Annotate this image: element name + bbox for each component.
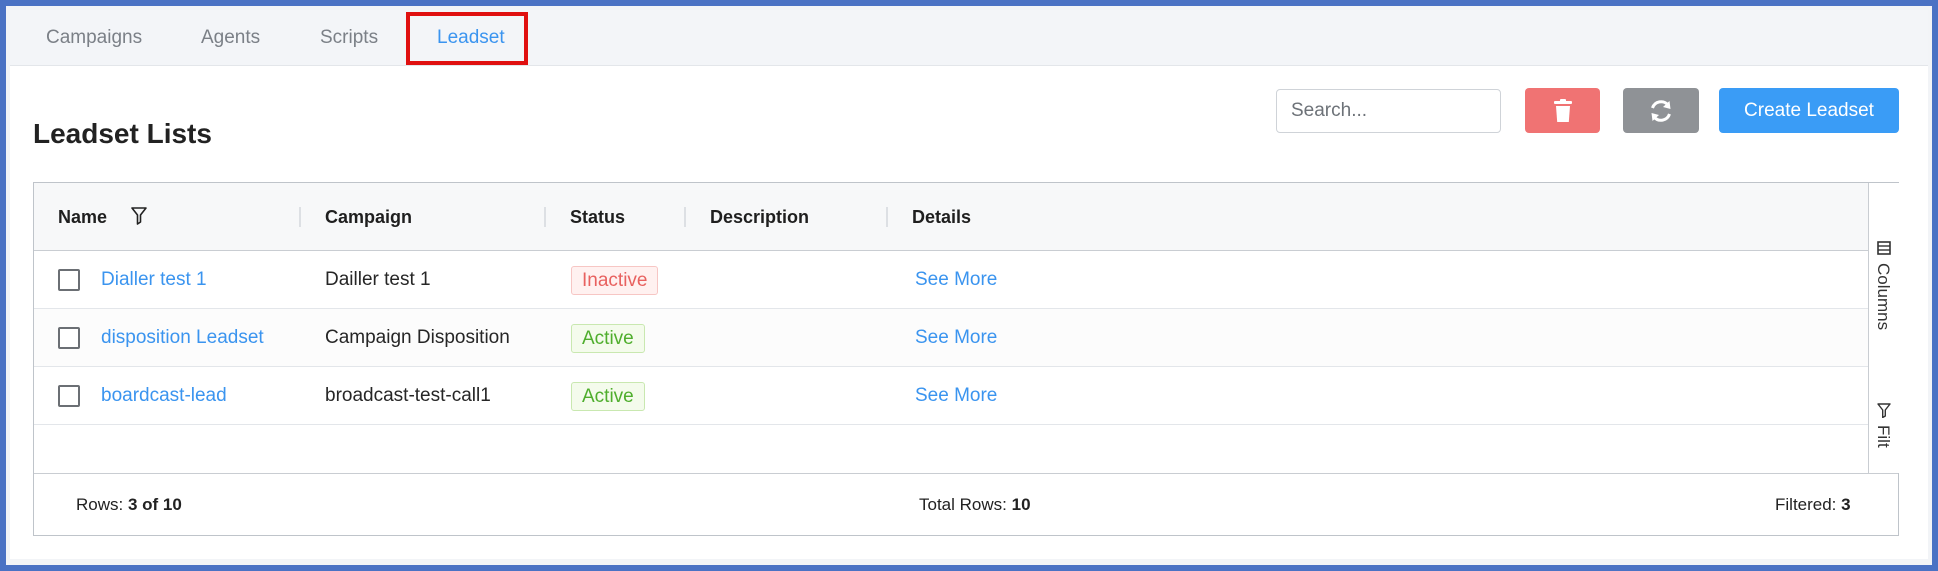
columns-label: Columns xyxy=(1874,263,1893,331)
total-rows-value: 10 xyxy=(1011,495,1031,514)
column-header-campaign[interactable]: Campaign xyxy=(325,183,412,251)
tab-campaigns[interactable]: Campaigns xyxy=(46,10,142,66)
total-rows-label: Total Rows: xyxy=(919,495,1007,514)
table-row: disposition Leadset Campaign Disposition… xyxy=(34,309,1868,367)
table-side-panel: Columns Filt xyxy=(1868,183,1899,473)
table-row: boardcast-lead broadcast-test-call1 Acti… xyxy=(34,367,1868,425)
columns-panel-toggle[interactable]: Columns xyxy=(1869,241,1900,341)
rows-value: 3 of 10 xyxy=(127,495,182,514)
filtered-label: Filtered: xyxy=(1775,495,1837,514)
app-frame: Campaigns Agents Scripts Leadset Leadset… xyxy=(6,6,1932,565)
filtered-value: 3 xyxy=(1841,495,1851,514)
row-checkbox[interactable] xyxy=(58,269,80,291)
column-separator[interactable] xyxy=(544,207,546,227)
trash-icon xyxy=(1553,98,1572,122)
leadset-table: Name Campaign Status Description Details… xyxy=(33,182,1899,536)
tab-scripts[interactable]: Scripts xyxy=(320,10,378,66)
filtered-count: Filtered: 3 xyxy=(1775,474,1851,536)
filter-icon xyxy=(1877,403,1891,418)
delete-button[interactable] xyxy=(1525,88,1600,133)
column-separator[interactable] xyxy=(684,207,686,227)
campaign-cell: Campaign Disposition xyxy=(325,327,510,348)
leadset-name-link[interactable]: boardcast-lead xyxy=(101,367,227,425)
status-badge: Active xyxy=(571,324,645,353)
page-title: Leadset Lists xyxy=(33,118,212,149)
see-more-link[interactable]: See More xyxy=(915,367,997,425)
filters-panel-toggle[interactable]: Filt xyxy=(1869,403,1900,473)
column-header-status[interactable]: Status xyxy=(570,183,625,251)
table-row: Dialler test 1 Dailler test 1 Inactive S… xyxy=(34,251,1868,309)
leadset-name-link[interactable]: Dialler test 1 xyxy=(101,251,207,309)
tab-agents[interactable]: Agents xyxy=(201,10,260,66)
total-rows: Total Rows: 10 xyxy=(919,474,1031,536)
main-panel: Campaigns Agents Scripts Leadset Leadset… xyxy=(10,10,1928,559)
filter-icon[interactable] xyxy=(131,207,147,225)
row-checkbox[interactable] xyxy=(58,385,80,407)
row-checkbox[interactable] xyxy=(58,327,80,349)
column-separator[interactable] xyxy=(299,207,301,227)
column-separator[interactable] xyxy=(886,207,888,227)
tab-bar: Campaigns Agents Scripts Leadset xyxy=(10,10,1928,66)
column-header-details[interactable]: Details xyxy=(912,183,971,251)
refresh-icon xyxy=(1651,99,1671,122)
column-header-description[interactable]: Description xyxy=(710,183,809,251)
table-footer: Rows: 3 of 10 Total Rows: 10 Filtered: 3 xyxy=(34,473,1898,535)
create-leadset-button[interactable]: Create Leadset xyxy=(1719,88,1899,133)
search-input[interactable] xyxy=(1276,89,1501,133)
see-more-link[interactable]: See More xyxy=(915,309,997,367)
filters-label: Filt xyxy=(1874,425,1893,448)
campaign-cell: Dailler test 1 xyxy=(325,269,431,290)
rows-label: Rows: xyxy=(76,495,124,514)
status-badge: Active xyxy=(571,382,645,411)
tab-highlight-box xyxy=(406,12,528,65)
refresh-button[interactable] xyxy=(1623,88,1699,133)
leadset-name-link[interactable]: disposition Leadset xyxy=(101,309,264,367)
columns-icon xyxy=(1877,241,1891,255)
campaign-cell: broadcast-test-call1 xyxy=(325,385,491,406)
table-header: Name Campaign Status Description Details xyxy=(34,183,1868,251)
column-header-name[interactable]: Name xyxy=(58,183,107,251)
rows-count: Rows: 3 of 10 xyxy=(76,474,182,536)
status-badge: Inactive xyxy=(571,266,659,295)
see-more-link[interactable]: See More xyxy=(915,251,997,309)
